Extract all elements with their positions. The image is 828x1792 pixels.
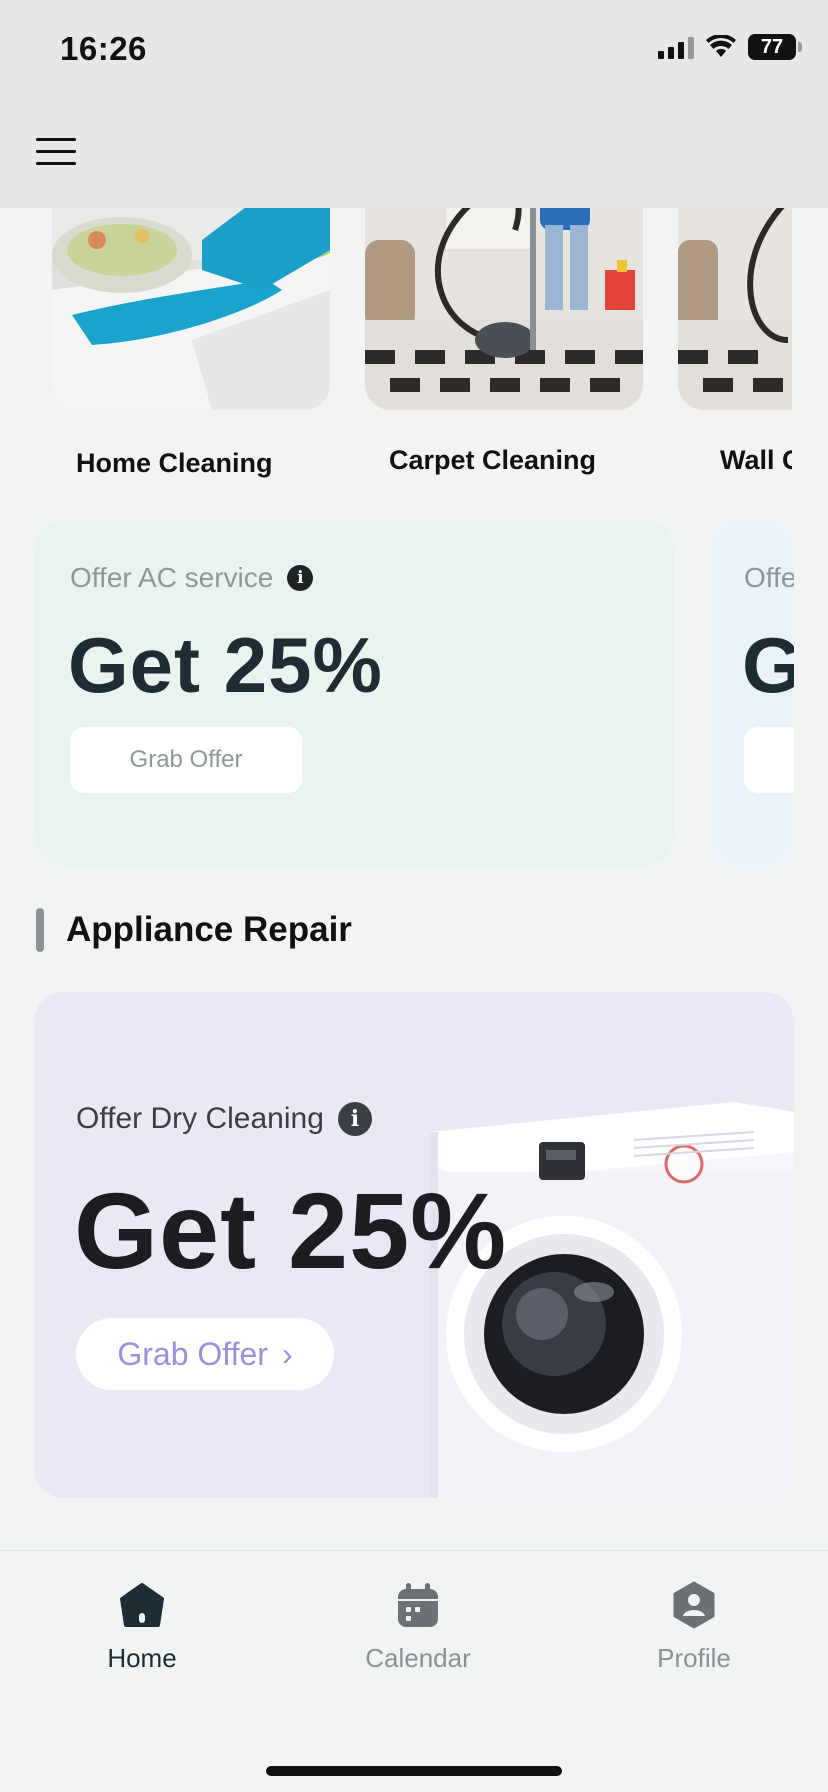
nav-home-label: Home: [107, 1643, 177, 1673]
offer-headline: G: [742, 621, 794, 709]
banner-subtitle-text: Offer Dry Cleaning: [76, 1102, 324, 1135]
section-title: Appliance Repair: [66, 910, 352, 949]
category-label: Wall C: [720, 445, 792, 475]
battery-icon: 77: [748, 34, 802, 60]
banner-headline: Get 25%: [74, 1170, 508, 1291]
wifi-icon: [706, 35, 736, 57]
offer-subtitle-text: Offer AC service: [70, 562, 274, 593]
offer-headline: Get 25%: [68, 621, 383, 709]
bottom-navigation: Home Calendar Profile: [0, 1550, 828, 1792]
home-indicator: [266, 1766, 562, 1776]
status-time: 16:26: [60, 30, 147, 67]
offer-subtitle: Offe: [744, 562, 794, 594]
status-icons: 77: [658, 34, 802, 60]
offer-subtitle: Offer AC service i: [70, 562, 314, 594]
dry-cleaning-banner[interactable]: Offer Dry Cleaning i Get 25% Grab Offer …: [34, 992, 794, 1498]
offer-card-next[interactable]: Offe G: [710, 520, 794, 866]
category-label: Carpet Cleaning: [389, 445, 597, 475]
banner-grab-offer-button[interactable]: Grab Offer ›: [76, 1318, 334, 1390]
nav-home[interactable]: Home: [42, 1581, 242, 1674]
cellular-signal-icon: [658, 35, 694, 59]
top-bar: 16:26 77: [0, 0, 828, 208]
info-icon[interactable]: i: [287, 565, 314, 591]
grab-offer-button[interactable]: Grab Offer: [70, 727, 302, 793]
nav-calendar[interactable]: Calendar: [318, 1581, 518, 1674]
banner-button-label: Grab Offer: [117, 1335, 268, 1372]
calendar-icon: [398, 1583, 438, 1627]
nav-profile[interactable]: Profile: [594, 1581, 794, 1674]
banner-subtitle: Offer Dry Cleaning i: [76, 1102, 372, 1136]
grab-offer-button[interactable]: [744, 727, 794, 793]
chevron-right-icon: ›: [281, 1335, 293, 1372]
hamburger-menu-icon[interactable]: [36, 138, 76, 168]
category-label: Home Cleaning: [76, 448, 273, 478]
offer-card-ac-service[interactable]: Offer AC service i Get 25% Grab Offer: [34, 520, 674, 866]
info-icon[interactable]: i: [337, 1102, 372, 1136]
offer-subtitle-text: Offe: [744, 562, 794, 593]
section-accent-bar: [36, 908, 44, 952]
nav-profile-label: Profile: [657, 1643, 731, 1673]
nav-calendar-label: Calendar: [365, 1643, 471, 1673]
profile-icon: [673, 1581, 715, 1629]
home-icon: [120, 1583, 164, 1627]
